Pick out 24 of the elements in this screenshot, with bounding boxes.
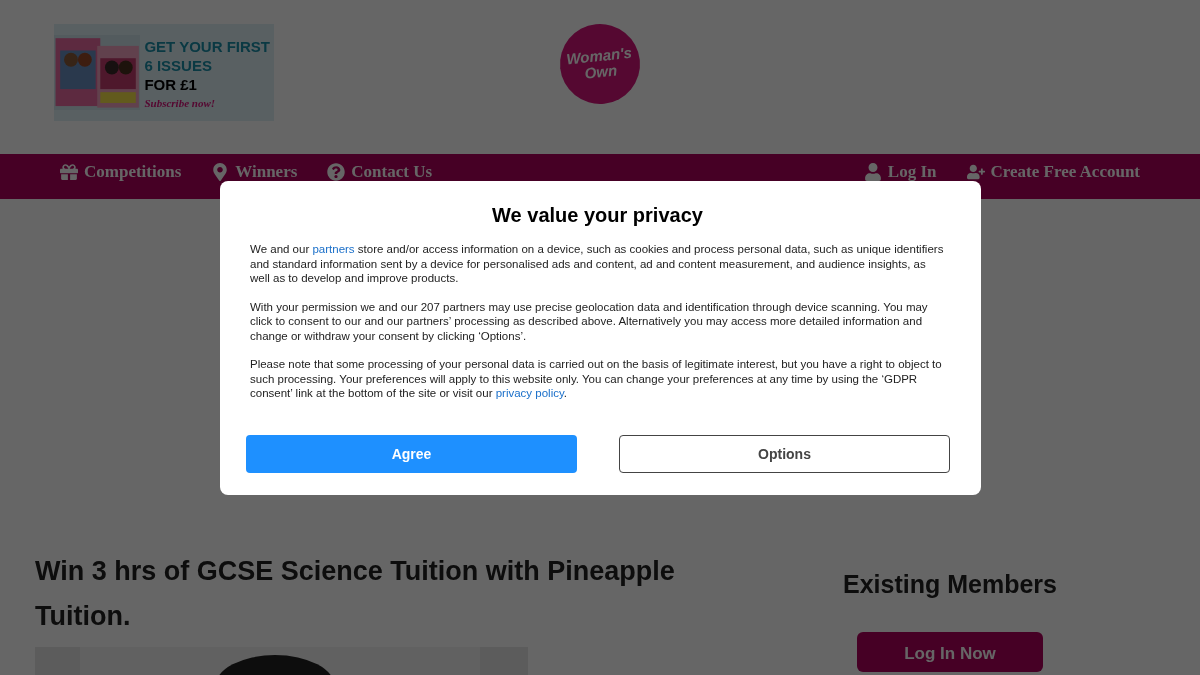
map-pin-icon <box>211 162 230 181</box>
dialog-title: We value your privacy <box>492 203 703 228</box>
ad-banner[interactable]: GET YOUR FIRST 6 ISSUES FOR £1 Subscribe now! <box>54 24 274 121</box>
nav-link[interactable]: Competitions <box>60 159 182 185</box>
add-user-icon <box>966 162 985 181</box>
login-button[interactable]: Log In Now <box>857 631 1043 672</box>
nav-link[interactable]: Winners <box>211 159 298 185</box>
nav-link[interactable]: Create Free Account <box>966 159 1140 185</box>
nav-link[interactable]: Contact Us <box>327 159 433 185</box>
text-link[interactable]: partners <box>312 243 355 255</box>
agree-button[interactable]: Agree <box>246 435 577 473</box>
consent-text: Please note that some processing of your personal data is carried out on the basis of legitimate interest, but you have a right to object to such processing. Your preferences will apply to this website only. You can change your preferences at any time by using the ‘GDPR consent’ link at the bottom of the site or visit our privacy policy. <box>250 357 943 401</box>
ad-headline: FOR £1 <box>144 74 198 94</box>
sidebar-heading: Existing Members <box>843 569 1057 600</box>
nav-link[interactable]: Log In <box>863 159 937 185</box>
gift-icon <box>60 162 78 181</box>
options-button[interactable]: Options <box>619 435 950 473</box>
consent-text: With your permission we and our 207 partners may use precise geolocation data and identification through device scanning. You may click to consent to our and our partners’ processing as described above. Alternatively you may access more detailed information and change or withdraw your consent by clicking ‘Options’. <box>250 299 929 343</box>
article-title: Win 3 hrs of GCSE Science Tuition with Pineapple Tuition. <box>35 555 675 633</box>
ad-headline: GET YOUR FIRST <box>144 36 270 56</box>
ad-headline: 6 ISSUES <box>144 55 213 75</box>
text-link[interactable]: privacy policy <box>495 387 564 399</box>
ad-tagline: Subscribe now! <box>144 97 217 109</box>
consent-text: We and our partners store and/or access information on a device, such as cookies and process personal data, such as unique identifiers and standard information sent by a device for personalised ads and content, ad and content measurement, and audience insights, as well as to develop and improve products. <box>250 242 945 286</box>
